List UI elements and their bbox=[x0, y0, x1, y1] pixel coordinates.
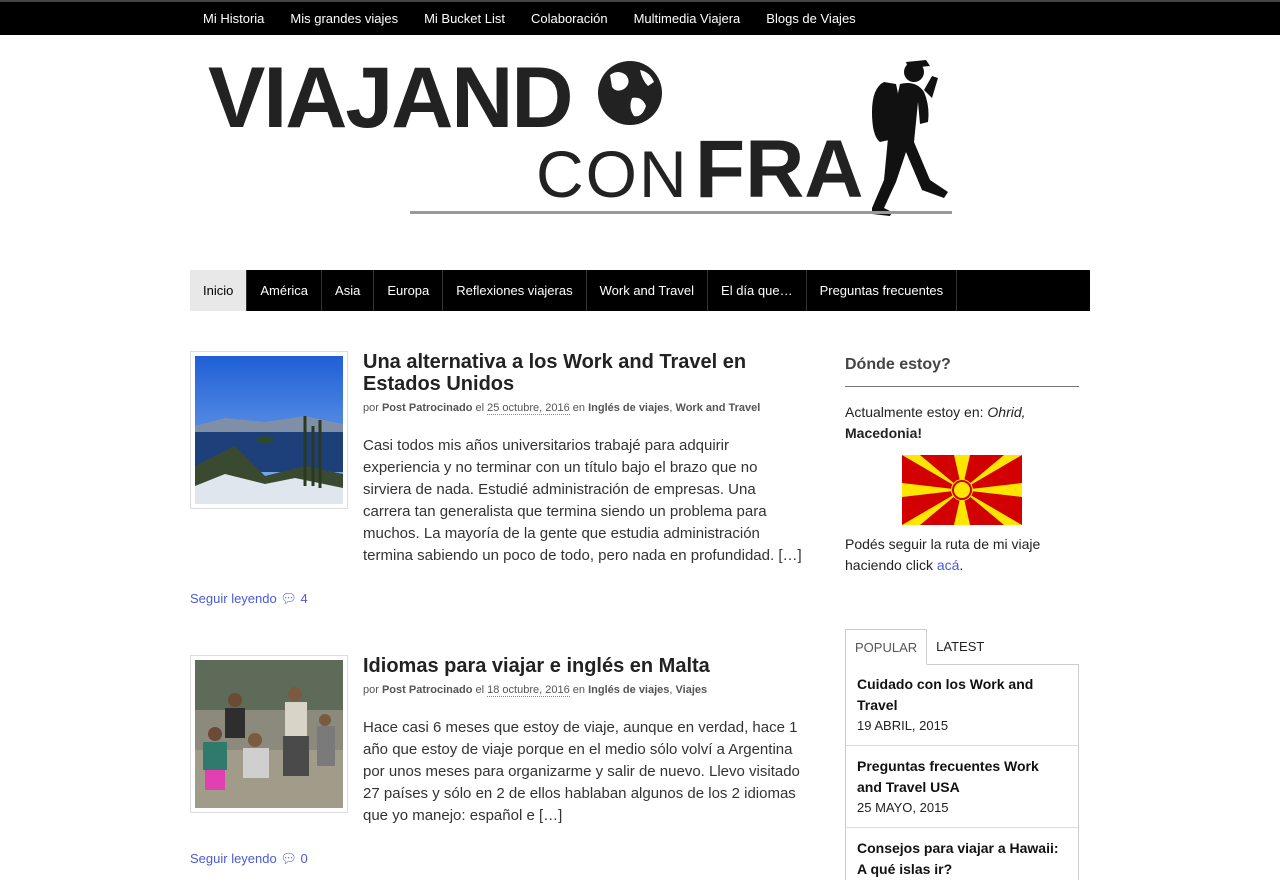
logo-text-line1: VIAJAND bbox=[208, 50, 572, 146]
post-category[interactable]: Inglés de viajes bbox=[588, 684, 669, 696]
post-category[interactable]: Work and Travel bbox=[676, 402, 761, 414]
hiker-icon bbox=[872, 60, 948, 216]
top-nav-colaboracion[interactable]: Colaboración bbox=[518, 2, 621, 35]
meta-en: en bbox=[572, 684, 586, 696]
post-item: Idiomas para viajar e inglés en Malta po… bbox=[190, 655, 802, 880]
nav-america[interactable]: América bbox=[247, 270, 323, 311]
post-date: 18 octubre, 2016 bbox=[487, 684, 570, 697]
top-nav-mi-bucket-list[interactable]: Mi Bucket List bbox=[411, 2, 518, 35]
post-date: 25 octubre, 2016 bbox=[487, 402, 570, 415]
sidebar-tabs: POPULAR LATEST bbox=[845, 629, 1079, 665]
list-item: Cuidado con los Work and Travel 19 ABRIL… bbox=[846, 664, 1078, 746]
comment-icon: 💬︎ bbox=[280, 591, 297, 606]
tab-popular[interactable]: POPULAR bbox=[845, 629, 928, 665]
post-author[interactable]: Post Patrocinado bbox=[382, 402, 472, 414]
nav-inicio[interactable]: Inicio bbox=[190, 270, 248, 311]
post-excerpt: Hace casi 6 meses que estoy de viaje, au… bbox=[363, 719, 800, 824]
main-nav: Inicio América Asia Europa Reflexiones v… bbox=[190, 270, 1090, 311]
nav-el-dia-que[interactable]: El día que… bbox=[708, 270, 807, 311]
site-logo[interactable]: VIAJAND CON FRA bbox=[200, 50, 960, 225]
meta-el: el bbox=[475, 402, 485, 414]
list-item: Consejos para viajar a Hawaii: A qué isl… bbox=[846, 828, 1078, 880]
comment-count: 0 bbox=[300, 851, 308, 866]
top-nav-blogs-de-viajes[interactable]: Blogs de Viajes bbox=[753, 2, 868, 35]
meta-el: el bbox=[475, 684, 485, 696]
popular-post-link[interactable]: Consejos para viajar a Hawaii: A qué isl… bbox=[857, 838, 1067, 880]
route-link[interactable]: acá bbox=[937, 557, 960, 573]
nav-asia[interactable]: Asia bbox=[322, 270, 375, 311]
globe-icon bbox=[598, 61, 662, 125]
nav-preguntas-frecuentes[interactable]: Preguntas frecuentes bbox=[807, 270, 958, 311]
popular-post-date: 25 MAYO, 2015 bbox=[857, 800, 949, 815]
top-nav-mi-historia[interactable]: Mi Historia bbox=[190, 2, 277, 35]
meta-by: por bbox=[363, 684, 379, 696]
post-title[interactable]: Una alternativa a los Work and Travel en… bbox=[363, 351, 793, 395]
location-text: Actualmente estoy en: Ohrid, Macedonia! bbox=[845, 404, 1026, 441]
tab-latest[interactable]: LATEST bbox=[927, 629, 993, 664]
post-category[interactable]: Viajes bbox=[676, 684, 708, 696]
post-excerpt: Casi todos mis años universitarios traba… bbox=[363, 437, 802, 564]
nav-work-and-travel[interactable]: Work and Travel bbox=[587, 270, 709, 311]
logo-text-fra: FRA bbox=[695, 124, 864, 215]
route-text: Podés seguir la ruta de mi viaje haciend… bbox=[845, 536, 1041, 573]
nav-reflexiones-viajeras[interactable]: Reflexiones viajeras bbox=[443, 270, 587, 311]
top-nav: Mi Historia Mis grandes viajes Mi Bucket… bbox=[190, 2, 869, 35]
top-nav-mis-grandes-viajes[interactable]: Mis grandes viajes bbox=[277, 2, 411, 35]
post-author[interactable]: Post Patrocinado bbox=[382, 684, 472, 696]
list-item: Preguntas frecuentes Work and Travel USA… bbox=[846, 746, 1078, 828]
post-title[interactable]: Idiomas para viajar e inglés en Malta bbox=[363, 655, 793, 677]
macedonia-flag-image bbox=[902, 455, 1022, 525]
meta-by: por bbox=[363, 402, 379, 414]
post-category[interactable]: Inglés de viajes bbox=[588, 402, 669, 414]
read-more-link[interactable]: Seguir leyendo 💬︎ 4 bbox=[190, 591, 308, 607]
top-nav-multimedia-viajera[interactable]: Multimedia Viajera bbox=[621, 2, 754, 35]
logo-text-con: CON bbox=[536, 137, 689, 211]
post-item: Una alternativa a los Work and Travel en… bbox=[190, 351, 802, 611]
meta-en: en bbox=[572, 402, 586, 414]
nav-europa[interactable]: Europa bbox=[374, 270, 444, 311]
popular-posts-list: Cuidado con los Work and Travel 19 ABRIL… bbox=[845, 664, 1079, 880]
popular-post-date: 19 ABRIL, 2015 bbox=[857, 718, 949, 733]
top-bar: Mi Historia Mis grandes viajes Mi Bucket… bbox=[0, 0, 1280, 35]
sidebar-title: Dónde estoy? bbox=[845, 356, 1079, 387]
post-meta: por Post Patrocinado el 18 octubre, 2016… bbox=[363, 684, 708, 697]
read-more-link[interactable]: Seguir leyendo 💬︎ 0 bbox=[190, 851, 308, 867]
popular-post-link[interactable]: Cuidado con los Work and Travel bbox=[857, 674, 1067, 716]
popular-post-link[interactable]: Preguntas frecuentes Work and Travel USA bbox=[857, 756, 1067, 798]
post-meta: por Post Patrocinado el 25 octubre, 2016… bbox=[363, 402, 761, 415]
comment-icon: 💬︎ bbox=[280, 851, 297, 866]
comment-count: 4 bbox=[300, 591, 308, 606]
